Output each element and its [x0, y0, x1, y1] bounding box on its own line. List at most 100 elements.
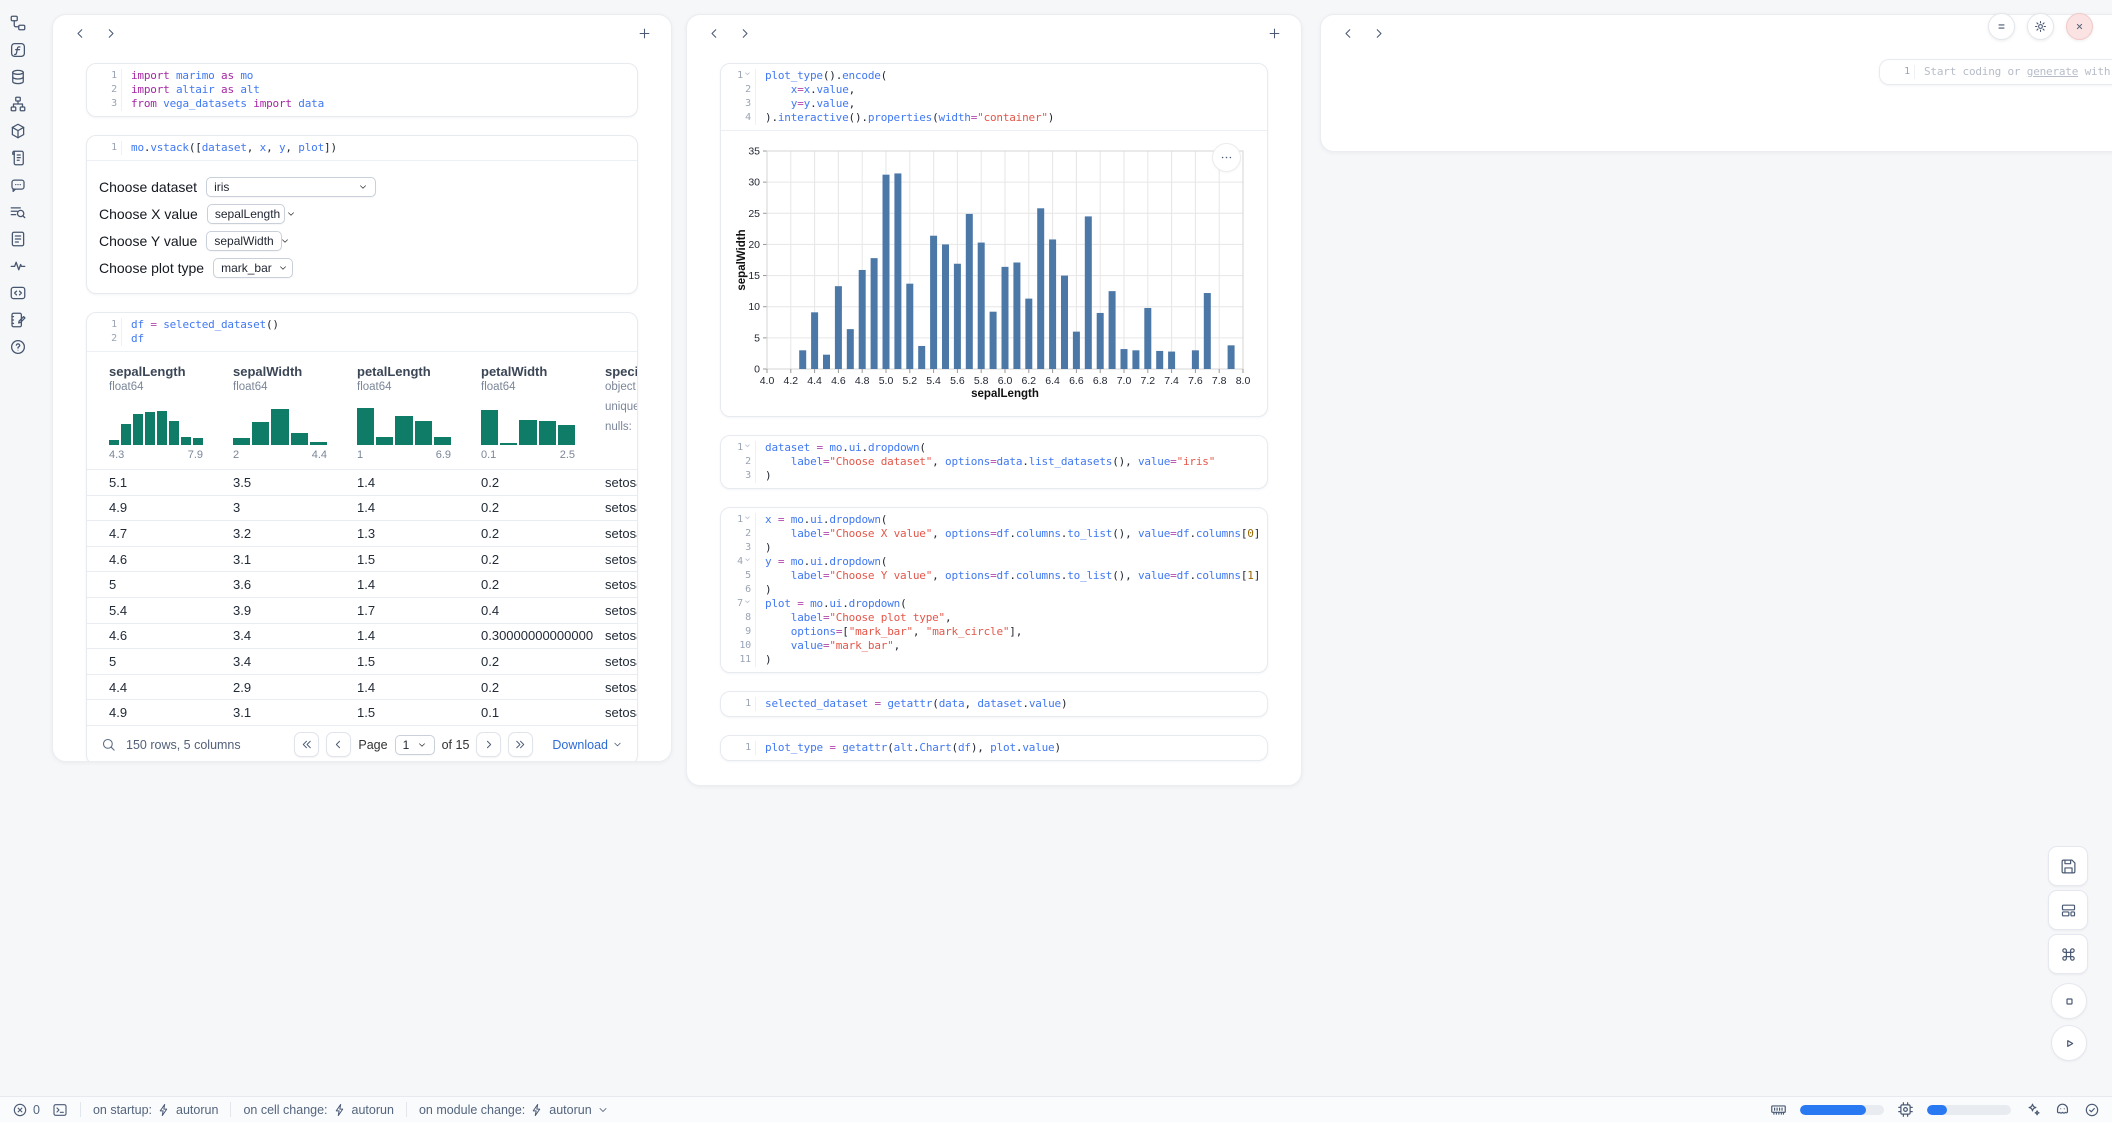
add-cell-button[interactable]: [633, 22, 655, 44]
search-list-icon[interactable]: [5, 203, 31, 221]
snippets-icon[interactable]: [5, 284, 31, 302]
code-cell-vstack[interactable]: 1mo.vstack([dataset, x, y, plot]) Choose…: [86, 135, 638, 294]
download-button[interactable]: Download: [552, 738, 623, 752]
error-circle-icon: [12, 1102, 28, 1118]
svg-text:7.8: 7.8: [1212, 375, 1227, 387]
stop-button[interactable]: [2051, 983, 2087, 1019]
code-editor[interactable]: 1dataset = mo.ui.dropdown(2 label="Choos…: [721, 436, 1267, 488]
panel-middle-header: [687, 15, 1301, 51]
assistant-icon[interactable]: [2054, 1101, 2071, 1118]
settings-button[interactable]: [2027, 13, 2054, 40]
svg-text:6.6: 6.6: [1069, 375, 1084, 387]
layout-button[interactable]: [2048, 890, 2088, 930]
scratchpad-icon[interactable]: [5, 311, 31, 329]
next-page-button[interactable]: [476, 732, 501, 757]
activity-icon[interactable]: [5, 257, 31, 275]
code-editor[interactable]: 1plot_type().encode(2 x=x.value,3 y=y.va…: [721, 64, 1267, 130]
code-line: 5 label="Choose Y value", options=df.col…: [721, 569, 1267, 583]
code-line: 9 options=["mark_bar", "mark_circle"],: [721, 625, 1267, 639]
code-text: label="Choose X value", options=df.colum…: [755, 527, 1267, 541]
package-icon[interactable]: [5, 122, 31, 140]
terminal-button[interactable]: [52, 1102, 68, 1118]
code-editor[interactable]: 1plot_type = getattr(alt.Chart(df), plot…: [721, 736, 1267, 760]
chevron-right-icon[interactable]: [99, 22, 121, 44]
code-cell-dataset-dropdown[interactable]: 1dataset = mo.ui.dropdown(2 label="Choos…: [720, 435, 1268, 489]
logs-icon[interactable]: [5, 149, 31, 167]
chevron-left-icon[interactable]: [1337, 22, 1359, 44]
dependency-graph-icon[interactable]: [5, 95, 31, 113]
fold-chevron-icon[interactable]: [744, 68, 751, 82]
on-cell-change-setting[interactable]: on cell change: autorun: [243, 1103, 394, 1117]
dropdown-select[interactable]: mark_bar: [213, 258, 293, 278]
generate-with-ai-link[interactable]: generate: [2027, 65, 2078, 78]
control-row: Choose datasetiris: [99, 173, 625, 200]
fold-chevron-icon[interactable]: [744, 554, 751, 568]
code-editor[interactable]: 1import marimo as mo2import altair as al…: [87, 64, 637, 116]
function-icon[interactable]: [5, 41, 31, 59]
page-select[interactable]: 1: [395, 735, 435, 755]
chatbot-icon[interactable]: [5, 176, 31, 194]
menu-button[interactable]: [1988, 13, 2015, 40]
fold-chevron-icon[interactable]: [744, 512, 751, 526]
column-header[interactable]: sepalLengthfloat644.37.9: [97, 352, 221, 469]
fold-chevron-icon[interactable]: [744, 596, 751, 610]
code-cell-imports[interactable]: 1import marimo as mo2import altair as al…: [86, 63, 638, 117]
sparkles-icon[interactable]: [2024, 1101, 2041, 1118]
code-text: ).interactive().properties(width="contai…: [755, 111, 1267, 125]
chevron-right-icon[interactable]: [733, 22, 755, 44]
code-editor[interactable]: 1 Start coding or generate with AI: [1880, 60, 2112, 84]
add-cell-button[interactable]: [1263, 22, 1285, 44]
run-button[interactable]: [2051, 1025, 2087, 1061]
first-page-button[interactable]: [294, 732, 319, 757]
save-button[interactable]: [2048, 846, 2088, 886]
bolt-icon: [157, 1103, 171, 1117]
code-line: 1import marimo as mo: [87, 69, 637, 83]
file-tree-icon[interactable]: [5, 14, 31, 32]
on-startup-setting[interactable]: on startup: autorun: [93, 1103, 218, 1117]
database-icon[interactable]: [5, 68, 31, 86]
column-header[interactable]: speciesobjectunique:nulls:: [593, 352, 637, 469]
close-button[interactable]: [2066, 13, 2093, 40]
bar-chart[interactable]: 051015202530354.04.24.44.64.85.05.25.45.…: [735, 141, 1267, 408]
search-icon[interactable]: [101, 737, 116, 752]
on-module-change-setting[interactable]: on module change: autorun: [419, 1103, 609, 1117]
chevron-left-icon[interactable]: [69, 22, 91, 44]
control-label: Choose Y value: [99, 233, 197, 249]
code-cell-xy-dropdowns[interactable]: 1x = mo.ui.dropdown(2 label="Choose X va…: [720, 507, 1268, 673]
prev-page-button[interactable]: [326, 732, 351, 757]
fold-chevron-icon[interactable]: [744, 440, 751, 454]
code-text: ): [755, 653, 1267, 667]
column-header[interactable]: petalLengthfloat6416.9: [345, 352, 469, 469]
column-header[interactable]: sepalWidthfloat6424.4: [221, 352, 345, 469]
dropdown-select[interactable]: sepalLength: [207, 204, 285, 224]
code-cell-selected-dataset[interactable]: 1selected_dataset = getattr(data, datase…: [720, 691, 1268, 717]
line-number: 2: [721, 83, 755, 97]
code-line: 3): [721, 469, 1267, 483]
code-editor[interactable]: 1selected_dataset = getattr(data, datase…: [721, 692, 1267, 716]
chart-output: 051015202530354.04.24.44.64.85.05.25.45.…: [721, 130, 1267, 416]
svg-text:4.4: 4.4: [807, 375, 822, 387]
chart-menu-button[interactable]: [1212, 143, 1241, 172]
last-page-button[interactable]: [508, 732, 533, 757]
code-cell-dataframe[interactable]: 1df = selected_dataset()2df sepalLengthf…: [86, 312, 638, 762]
document-icon[interactable]: [5, 230, 31, 248]
code-cell-plot-type[interactable]: 1plot_type = getattr(alt.Chart(df), plot…: [720, 735, 1268, 761]
dropdown-select[interactable]: sepalWidth: [206, 231, 282, 251]
empty-code-cell[interactable]: 1 Start coding or generate with AI: [1879, 59, 2112, 85]
connection-status-icon[interactable]: [2084, 1102, 2100, 1118]
errors-indicator[interactable]: 0: [12, 1102, 40, 1118]
chevron-right-icon[interactable]: [1367, 22, 1389, 44]
svg-text:35: 35: [748, 146, 760, 158]
code-editor[interactable]: 1df = selected_dataset()2df: [87, 313, 637, 351]
page-label: Page: [358, 738, 387, 752]
column-header[interactable]: petalWidthfloat640.12.5: [469, 352, 593, 469]
keyboard-shortcuts-button[interactable]: [2048, 934, 2088, 974]
code-line: 10 value="mark_bar",: [721, 639, 1267, 653]
help-icon[interactable]: [5, 338, 31, 356]
chevron-left-icon[interactable]: [703, 22, 725, 44]
line-number: 3: [87, 97, 121, 111]
code-editor[interactable]: 1mo.vstack([dataset, x, y, plot]): [87, 136, 637, 160]
code-editor[interactable]: 1x = mo.ui.dropdown(2 label="Choose X va…: [721, 508, 1267, 672]
dropdown-select[interactable]: iris: [206, 177, 376, 197]
code-cell-plot[interactable]: 1plot_type().encode(2 x=x.value,3 y=y.va…: [720, 63, 1268, 417]
